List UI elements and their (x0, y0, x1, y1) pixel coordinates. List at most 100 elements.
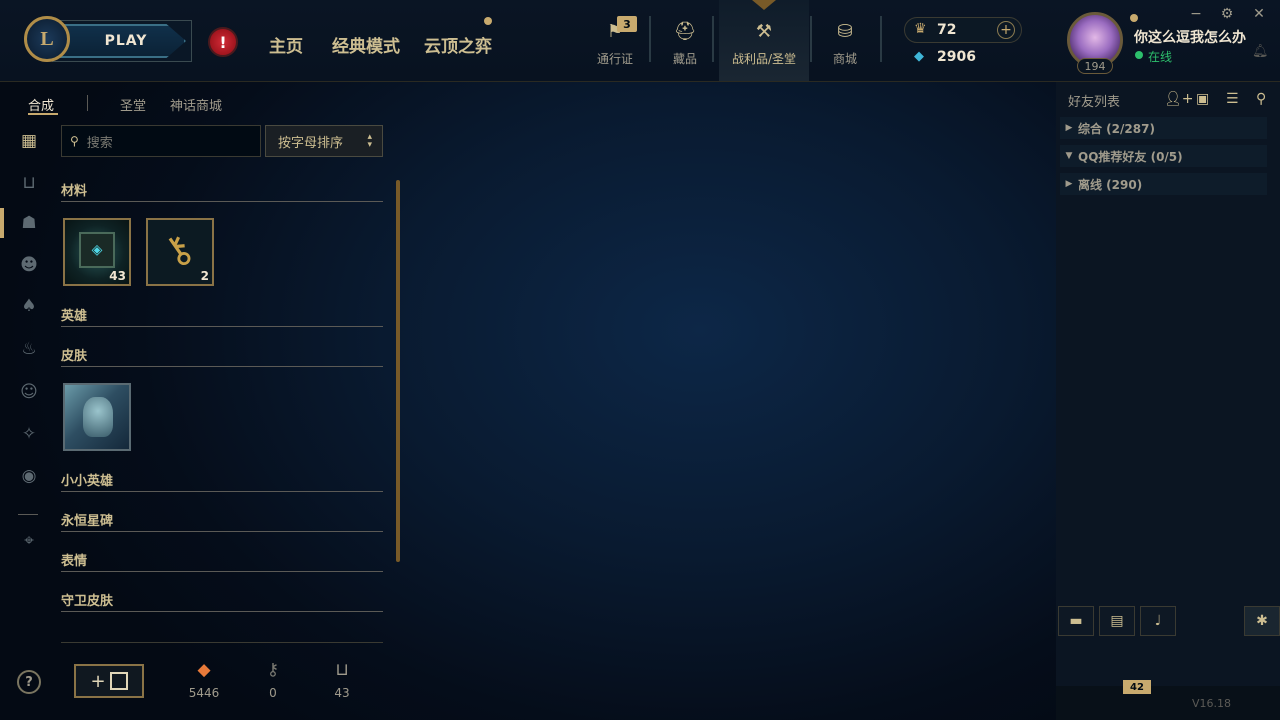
search-input[interactable]: ⚲ 搜索 (61, 125, 261, 157)
emote-category-icon[interactable]: ☺ (18, 381, 40, 403)
blue-essence-value: 2906 (937, 49, 976, 65)
friend-group[interactable]: ▼ QQ推荐好友 (0/5) (1060, 145, 1267, 167)
item-count: 2 (200, 269, 209, 283)
active-category-bar (0, 208, 4, 238)
ward-category-icon[interactable]: ♨ (18, 338, 40, 360)
nav-classic-mode[interactable]: 经典模式 (332, 32, 400, 57)
messages-button[interactable]: ▤ (1099, 606, 1135, 636)
loot-item-key[interactable]: ⚷ 2 (146, 218, 214, 286)
messages-icon: ▤ (1110, 613, 1124, 629)
loot-icon: ⚒ (755, 20, 773, 42)
divider (87, 95, 88, 111)
search-placeholder: 搜索 (86, 135, 113, 151)
close-icon[interactable]: ✕ (1249, 6, 1269, 22)
search-icon[interactable]: ⚲ (1256, 91, 1266, 107)
icon-category-icon[interactable]: ✧ (18, 423, 40, 445)
friend-group-label: QQ推荐好友 (0/5) (1078, 149, 1183, 164)
grid-icon[interactable]: ▦ (18, 130, 40, 152)
rp-value: 72 (937, 22, 957, 38)
loot-item-chest[interactable]: ◈ 43 (63, 218, 131, 286)
level-badge: 194 (1077, 58, 1113, 74)
voice-button[interactable]: ♩ (1140, 606, 1176, 636)
help-button[interactable]: ? (17, 670, 41, 694)
chest-small-icon: ⊔ (335, 660, 349, 680)
league-logo-icon[interactable]: L (24, 16, 70, 62)
add-folder-icon[interactable]: ▣ (1196, 91, 1209, 107)
little-legend-category-icon[interactable]: ♠ (18, 295, 40, 317)
play-button[interactable]: PLAY (56, 24, 186, 58)
friend-group-label: 综合 (2/287) (1078, 121, 1155, 136)
pass-badge: 3 (617, 16, 637, 32)
friend-group[interactable]: ▶ 离线 (290) (1060, 173, 1267, 195)
buy-rp-button[interactable]: + (997, 21, 1015, 39)
bug-icon: ✱ (1256, 613, 1268, 629)
friend-group-label: 离线 (290) (1078, 177, 1143, 192)
divider (810, 16, 812, 62)
chat-icon: ▬ (1069, 613, 1083, 629)
sort-label: 按字母排序 (278, 135, 344, 151)
divider (880, 16, 882, 62)
section-skins: 皮肤 (61, 345, 383, 367)
tab-store-label: 商城 (832, 52, 857, 66)
store-icon: ⛁ (837, 20, 853, 42)
tab-craft[interactable]: 合成 (28, 95, 54, 114)
minimize-icon[interactable]: − (1186, 6, 1206, 22)
tab-store[interactable]: ⛁ 商城 (820, 14, 870, 80)
tab-loot[interactable]: ⚒ 战利品/圣堂 (722, 14, 806, 80)
chest-icon: ◈ (79, 232, 115, 268)
sort-dropdown[interactable]: 按字母排序 ▴ ▾ (265, 125, 383, 157)
nav-tft[interactable]: 云顶之弈 (424, 32, 492, 57)
resource-key-fragments: ⚷ 0 (243, 660, 303, 700)
friends-footer (1056, 686, 1280, 720)
friend-group[interactable]: ▶ 综合 (2/287) (1060, 117, 1267, 139)
plus-icon: + (90, 670, 106, 692)
chest-category-icon[interactable]: ⊔ (18, 172, 40, 194)
section-emotes: 表情 (61, 550, 383, 572)
bell-icon[interactable]: 🔔︎ (1252, 44, 1269, 59)
alert-icon[interactable]: ! (208, 27, 238, 57)
divider (61, 642, 383, 643)
divider (649, 16, 651, 62)
client-window: PLAY L ! 主页 经典模式 云顶之弈 ⚑ 通行证 3 ⛑ 藏品 ⚒ 战利品… (0, 0, 1280, 720)
section-champions: 英雄 (61, 305, 383, 327)
profile-icon-category-icon[interactable]: ◉ (18, 465, 40, 487)
online-status-icon (1135, 51, 1143, 59)
craft-chest-button[interactable]: + (74, 664, 144, 698)
search-icon: ⚲ (70, 134, 79, 148)
scrollbar[interactable] (396, 180, 400, 562)
tab-mythic-shop[interactable]: 神话商城 (170, 95, 222, 114)
settings-icon[interactable]: ⚙ (1217, 6, 1237, 22)
tab-collection[interactable]: ⛑ 藏品 (660, 14, 710, 80)
item-count: 43 (109, 269, 126, 283)
resource-chests: ⊔ 43 (312, 660, 372, 700)
chevron-right-icon: ▶ (1065, 123, 1073, 133)
resource-value: 5446 (188, 686, 220, 700)
list-view-icon[interactable]: ☰ (1226, 91, 1239, 107)
chevron-right-icon: ▶ (1065, 179, 1073, 189)
tab-sanctum[interactable]: 圣堂 (120, 95, 146, 114)
section-ward-skins: 守卫皮肤 (61, 590, 383, 612)
nav-home[interactable]: 主页 (269, 32, 303, 57)
active-indicator (752, 0, 776, 12)
skin-shard-icon (83, 397, 113, 437)
chat-button[interactable]: ▬ (1058, 606, 1094, 636)
section-materials: 材料 (61, 180, 383, 202)
status-text[interactable]: 在线 (1148, 48, 1172, 65)
misc-category-icon[interactable]: ⌖ (18, 530, 40, 552)
rp-icon: ♛ (914, 21, 927, 37)
tab-collection-label: 藏品 (672, 52, 697, 66)
notification-dot (484, 17, 492, 25)
profile-notification-dot (1130, 14, 1138, 22)
loot-item-skin[interactable] (63, 383, 131, 451)
tab-pass-label: 通行证 (596, 52, 633, 66)
active-tab-underline (28, 113, 58, 115)
resource-value: 43 (334, 686, 350, 700)
resource-orange-essence: ◆ 5446 (174, 660, 234, 700)
skin-category-icon[interactable]: ☻ (18, 254, 40, 276)
key-fragment-icon: ⚷ (266, 660, 280, 680)
champion-category-icon[interactable]: ☗ (18, 212, 40, 234)
add-friend-icon[interactable]: 👤︎+ (1164, 91, 1194, 107)
top-bar: PLAY L ! 主页 经典模式 云顶之弈 ⚑ 通行证 3 ⛑ 藏品 ⚒ 战利品… (0, 0, 1280, 82)
bug-report-button[interactable]: ✱ (1244, 606, 1280, 636)
summoner-name[interactable]: 你这么逗我怎么办 (1134, 27, 1246, 47)
